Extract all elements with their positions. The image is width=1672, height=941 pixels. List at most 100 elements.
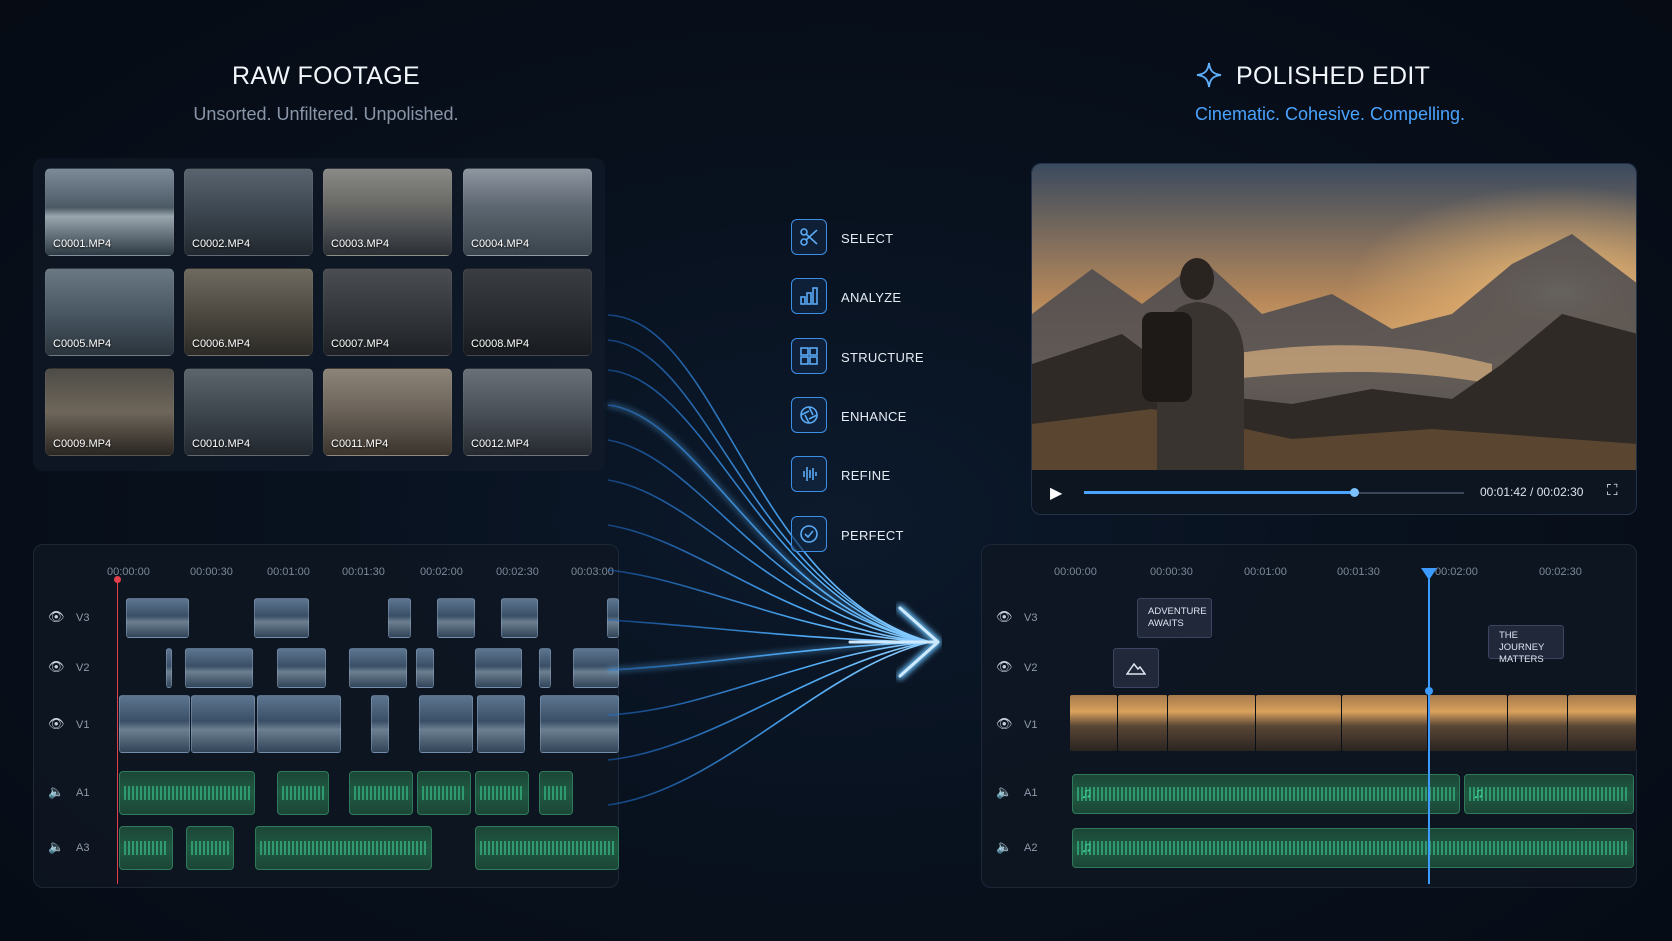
- video-clip[interactable]: [1342, 695, 1428, 751]
- video-clip[interactable]: [1118, 695, 1168, 751]
- clip-filename: C0009.MP4: [53, 438, 112, 450]
- aperture-icon[interactable]: [791, 397, 827, 433]
- video-preview[interactable]: ▶ 00:01:42 / 00:02:30 ⛶: [1031, 163, 1637, 515]
- timecode-tick: 00:00:00: [1054, 566, 1097, 578]
- video-clip[interactable]: [254, 598, 309, 638]
- video-clip[interactable]: [191, 695, 255, 753]
- video-clip[interactable]: [277, 648, 326, 688]
- track-label: V1: [76, 719, 90, 731]
- clip-thumbnail[interactable]: C0010.MP4: [184, 368, 313, 456]
- playhead-marker: [1425, 687, 1433, 695]
- fullscreen-icon[interactable]: ⛶: [1607, 482, 1618, 499]
- video-clip[interactable]: [416, 648, 434, 688]
- playhead-handle[interactable]: [1421, 568, 1437, 580]
- clip-filename: C0007.MP4: [331, 338, 390, 350]
- video-clip[interactable]: [126, 598, 189, 638]
- speaker-icon[interactable]: 🔈: [996, 839, 1012, 855]
- audio-clip[interactable]: [349, 771, 413, 815]
- eye-icon[interactable]: 👁: [996, 659, 1013, 675]
- check-circle-icon[interactable]: [791, 516, 827, 552]
- clip-thumbnail[interactable]: C0007.MP4: [323, 268, 452, 356]
- speaker-icon[interactable]: 🔈: [996, 784, 1012, 800]
- playhead-handle[interactable]: [114, 576, 121, 583]
- video-clip[interactable]: [371, 695, 389, 753]
- video-clip[interactable]: [349, 648, 407, 688]
- playhead[interactable]: [1428, 579, 1430, 884]
- waveform-icon[interactable]: [791, 456, 827, 492]
- eye-icon[interactable]: 👁: [48, 716, 65, 732]
- clip-filename: C0012.MP4: [471, 438, 530, 450]
- audio-clip[interactable]: [417, 771, 471, 815]
- clip-thumbnail[interactable]: C0001.MP4: [45, 168, 174, 256]
- title-card[interactable]: ADVENTURE AWAITS: [1137, 598, 1212, 638]
- polished-timeline: 00:00:00 00:00:30 00:01:00 00:01:30 00:0…: [981, 544, 1637, 888]
- eye-icon[interactable]: 👁: [996, 716, 1013, 732]
- track-label: V3: [1024, 612, 1038, 624]
- video-clip[interactable]: [1428, 695, 1508, 751]
- clip-filename: C0002.MP4: [192, 238, 251, 250]
- eye-icon[interactable]: 👁: [48, 659, 65, 675]
- raw-footage-title: RAW FOOTAGE: [231, 62, 421, 90]
- clip-thumbnail[interactable]: C0003.MP4: [323, 168, 452, 256]
- raw-footage-subtitle: Unsorted. Unfiltered. Unpolished.: [193, 104, 459, 124]
- video-clip[interactable]: [257, 695, 341, 753]
- mountain-logo-icon[interactable]: [1113, 648, 1159, 688]
- music-clip[interactable]: ♫: [1072, 828, 1634, 868]
- video-clip[interactable]: [185, 648, 253, 688]
- video-clip[interactable]: [475, 648, 522, 688]
- title-card-line: AWAITS: [1148, 618, 1184, 629]
- clip-thumbnail[interactable]: C0012.MP4: [463, 368, 592, 456]
- audio-clip[interactable]: [119, 826, 173, 870]
- timecode-tick: 00:00:30: [190, 566, 233, 578]
- audio-clip[interactable]: [539, 771, 573, 815]
- clip-thumbnail[interactable]: C0006.MP4: [184, 268, 313, 356]
- playhead[interactable]: [117, 579, 118, 884]
- speaker-icon[interactable]: 🔈: [48, 784, 64, 800]
- clip-thumbnail[interactable]: C0008.MP4: [463, 268, 592, 356]
- video-clip[interactable]: [1256, 695, 1342, 751]
- music-clip[interactable]: ♫: [1072, 774, 1460, 814]
- clip-thumbnail[interactable]: C0005.MP4: [45, 268, 174, 356]
- audio-clip[interactable]: [119, 771, 255, 815]
- video-clip[interactable]: [1070, 695, 1118, 751]
- scrub-handle[interactable]: [1349, 488, 1359, 497]
- eye-icon[interactable]: 👁: [996, 609, 1013, 625]
- audio-clip[interactable]: [186, 826, 234, 870]
- video-clip[interactable]: [419, 695, 473, 753]
- video-clip[interactable]: [388, 598, 411, 638]
- clip-thumbnail[interactable]: C0002.MP4: [184, 168, 313, 256]
- speaker-icon[interactable]: 🔈: [48, 839, 64, 855]
- clip-thumbnail[interactable]: C0004.MP4: [463, 168, 592, 256]
- play-icon[interactable]: ▶: [1050, 483, 1062, 503]
- video-clip[interactable]: [477, 695, 525, 753]
- step-label-enhance: ENHANCE: [841, 409, 907, 424]
- title-card-line: MATTERS: [1499, 654, 1544, 665]
- title-card[interactable]: THE JOURNEY MATTERS: [1488, 625, 1564, 665]
- step-label-structure: STRUCTURE: [841, 350, 924, 365]
- video-clip[interactable]: [437, 598, 475, 638]
- audio-clip[interactable]: [255, 826, 432, 870]
- clip-thumbnail[interactable]: C0009.MP4: [45, 368, 174, 456]
- clip-filename: C0003.MP4: [331, 238, 390, 250]
- scissors-icon[interactable]: [791, 219, 827, 255]
- video-clip[interactable]: [1168, 695, 1256, 751]
- timecode-tick: 00:02:00: [420, 566, 463, 578]
- video-clip[interactable]: [119, 695, 190, 753]
- video-clip[interactable]: [501, 598, 538, 638]
- audio-clip[interactable]: [475, 771, 529, 815]
- video-clip[interactable]: [1508, 695, 1568, 751]
- video-clip[interactable]: [539, 648, 551, 688]
- music-clip[interactable]: ♫: [1464, 774, 1634, 814]
- grid-icon[interactable]: [791, 338, 827, 374]
- video-clip[interactable]: [166, 648, 172, 688]
- eye-icon[interactable]: 👁: [48, 609, 65, 625]
- audio-clip[interactable]: [475, 826, 619, 870]
- audio-clip[interactable]: [277, 771, 329, 815]
- video-clip[interactable]: [1568, 695, 1637, 751]
- sparkle-icon: [1195, 61, 1223, 94]
- clip-filename: C0001.MP4: [53, 238, 112, 250]
- raw-clip-grid: C0001.MP4 C0002.MP4 C0003.MP4 C0004.MP4 …: [33, 158, 605, 471]
- timecode-tick: 00:01:00: [1244, 566, 1287, 578]
- bar-chart-icon[interactable]: [791, 278, 827, 314]
- clip-thumbnail[interactable]: C0011.MP4: [323, 368, 452, 456]
